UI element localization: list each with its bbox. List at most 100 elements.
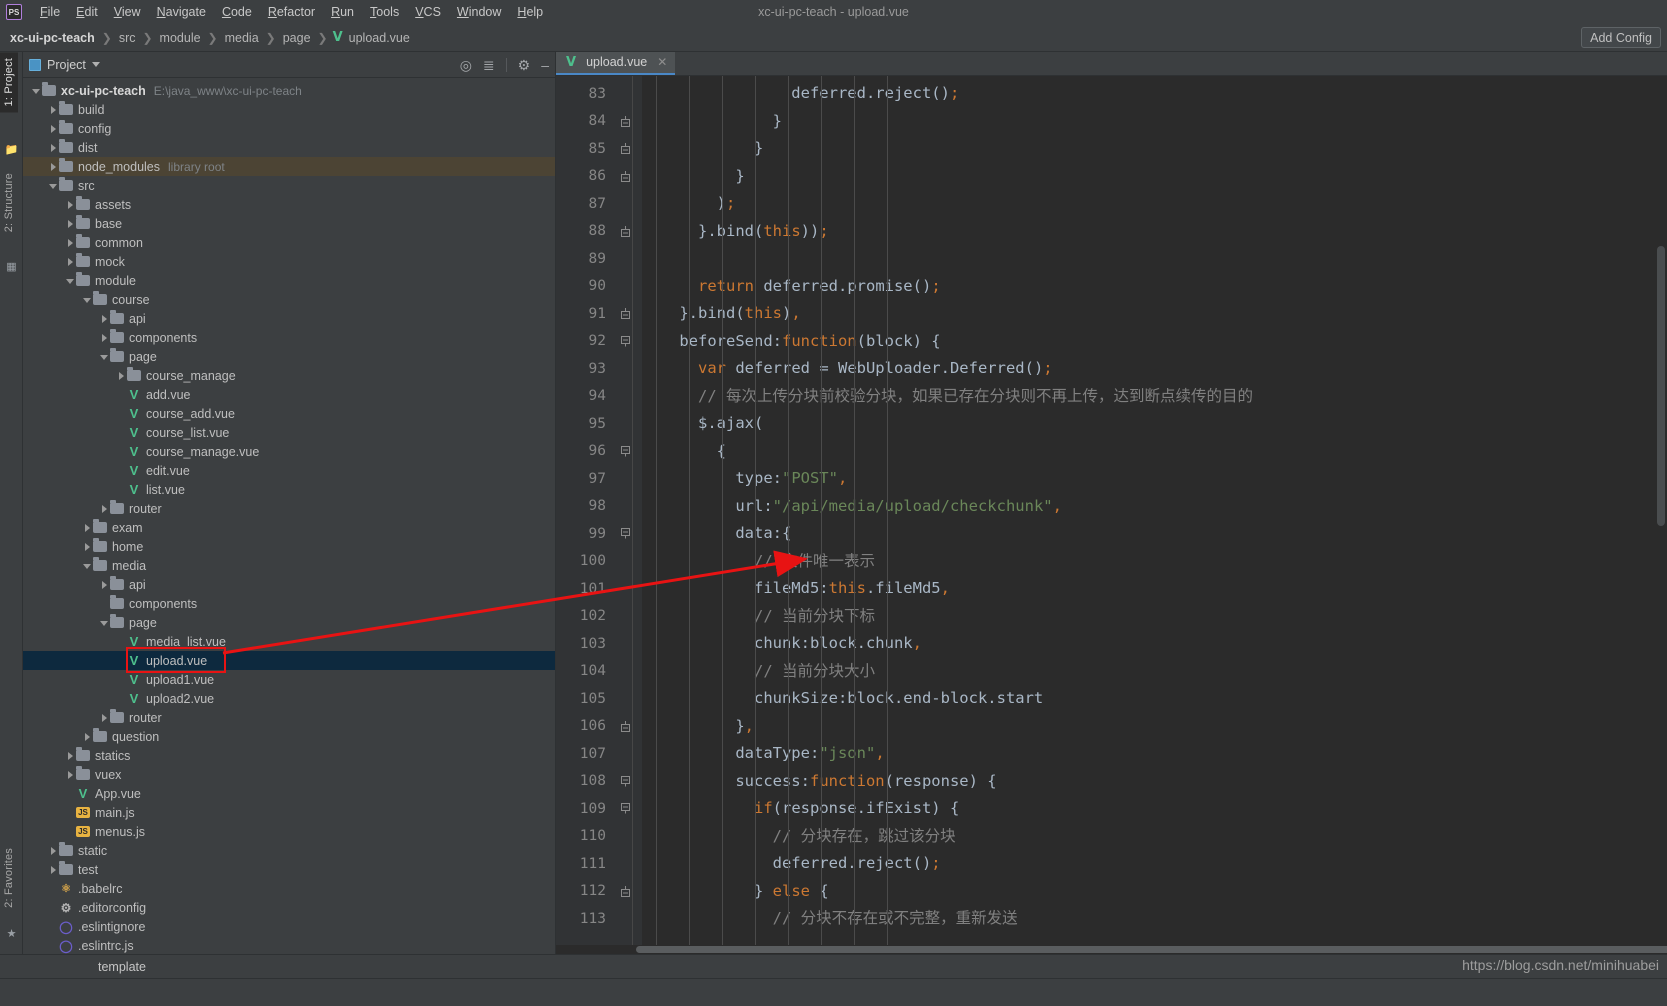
chevron-right-icon[interactable] <box>82 731 93 742</box>
chevron-right-icon[interactable] <box>48 104 59 115</box>
breadcrumb-file[interactable]: upload.vue <box>347 31 412 45</box>
menu-item-run[interactable]: Run <box>323 2 362 22</box>
fold-end-icon[interactable] <box>621 308 630 319</box>
menu-item-window[interactable]: Window <box>449 2 509 22</box>
chevron-right-icon[interactable] <box>65 750 76 761</box>
fold-expand-icon[interactable] <box>621 528 630 539</box>
tree-row[interactable]: ◯ .eslintrc.js <box>23 936 555 954</box>
tree-row[interactable]: media <box>23 556 555 575</box>
menu-item-code[interactable]: Code <box>214 2 260 22</box>
tree-row[interactable]: Vcourse_add.vue <box>23 404 555 423</box>
fold-end-icon[interactable] <box>621 143 630 154</box>
chevron-right-icon[interactable] <box>48 142 59 153</box>
tree-row[interactable]: ⚛ .babelrc <box>23 879 555 898</box>
fold-expand-icon[interactable] <box>621 445 630 457</box>
code-content[interactable]: deferred.reject(); } } } ); }.bind(this)… <box>642 76 1667 954</box>
tree-row[interactable]: module <box>23 271 555 290</box>
tree-row[interactable]: JS main.js <box>23 803 555 822</box>
fold-end-icon[interactable] <box>621 115 630 127</box>
menu-item-file[interactable]: File <box>32 2 68 22</box>
tree-row[interactable]: Vcourse_list.vue <box>23 423 555 442</box>
tree-row[interactable]: assets <box>23 195 555 214</box>
chevron-right-icon[interactable] <box>65 199 76 210</box>
tree-row[interactable]: node_modules library root <box>23 157 555 176</box>
tree-row[interactable]: static <box>23 841 555 860</box>
menu-item-view[interactable]: View <box>106 2 149 22</box>
tree-row[interactable]: Vadd.vue <box>23 385 555 404</box>
fold-end-icon[interactable] <box>621 885 630 897</box>
tree-row[interactable]: ⚙ .editorconfig <box>23 898 555 917</box>
tree-row[interactable]: course <box>23 290 555 309</box>
chevron-right-icon[interactable] <box>99 313 110 324</box>
sidebar-tab-favorites[interactable]: 2: Favorites <box>0 842 18 914</box>
tree-row[interactable]: router <box>23 499 555 518</box>
chevron-right-icon[interactable] <box>82 522 93 533</box>
collapse-all-icon[interactable]: ≣ <box>483 58 495 72</box>
tree-row[interactable]: components <box>23 328 555 347</box>
chevron-down-icon[interactable] <box>99 351 110 362</box>
line-number-gutter[interactable]: 83 84 85 86 87 88 89 90 91 92 93 94 95 96 97 98 99 100 101… <box>556 76 642 954</box>
tree-row[interactable]: mock <box>23 252 555 271</box>
chevron-down-icon[interactable] <box>31 85 42 96</box>
tree-row[interactable]: Vlist.vue <box>23 480 555 499</box>
tree-row[interactable]: statics <box>23 746 555 765</box>
tree-row[interactable]: build <box>23 100 555 119</box>
tree-row[interactable]: Vupload1.vue <box>23 670 555 689</box>
chevron-down-icon[interactable] <box>48 180 59 191</box>
menu-item-navigate[interactable]: Navigate <box>149 2 214 22</box>
tree-row[interactable]: components <box>23 594 555 613</box>
gear-icon[interactable]: ⚙ <box>518 58 531 72</box>
code-editor[interactable]: 83 84 85 86 87 88 89 90 91 92 93 94 95 96 97 98 99 100 101… <box>556 76 1667 954</box>
menu-item-help[interactable]: Help <box>509 2 551 22</box>
chevron-down-icon[interactable] <box>65 275 76 286</box>
tree-row[interactable]: page <box>23 613 555 632</box>
editor-tab-upload-vue[interactable]: V upload.vue ✕ <box>556 51 676 75</box>
tree-row[interactable]: src <box>23 176 555 195</box>
chevron-right-icon[interactable] <box>65 256 76 267</box>
sidebar-tab-structure[interactable]: 2: Structure <box>0 167 18 238</box>
chevron-right-icon[interactable] <box>65 218 76 229</box>
tree-row[interactable]: api <box>23 575 555 594</box>
breadcrumb-item-src[interactable]: src <box>117 31 138 45</box>
sidebar-tab-project[interactable]: 1: Project <box>0 52 18 113</box>
tree-row[interactable]: ◯ .eslintignore <box>23 917 555 936</box>
menu-item-tools[interactable]: Tools <box>362 2 407 22</box>
chevron-down-icon[interactable] <box>82 294 93 305</box>
tree-row[interactable]: api <box>23 309 555 328</box>
editor-horizontal-scrollbar[interactable] <box>556 945 1667 954</box>
scrollbar-thumb[interactable] <box>1657 246 1665 526</box>
tree-row[interactable]: page <box>23 347 555 366</box>
project-file-tree[interactable]: xc-ui-pc-teach E:\java_www\xc-ui-pc-teach… <box>23 78 555 954</box>
fold-expand-icon[interactable] <box>621 335 630 347</box>
chevron-down-icon[interactable] <box>91 62 100 67</box>
tree-row[interactable]: question <box>23 727 555 746</box>
add-config-button[interactable]: Add Config <box>1581 27 1661 48</box>
tree-row[interactable]: config <box>23 119 555 138</box>
fold-end-icon[interactable] <box>621 170 630 182</box>
menu-item-refactor[interactable]: Refactor <box>260 2 323 22</box>
chevron-right-icon[interactable] <box>48 845 59 856</box>
tree-row[interactable]: Vedit.vue <box>23 461 555 480</box>
chevron-right-icon[interactable] <box>48 864 59 875</box>
tree-row[interactable]: dist <box>23 138 555 157</box>
chevron-right-icon[interactable] <box>99 712 110 723</box>
tree-row[interactable]: Vcourse_manage.vue <box>23 442 555 461</box>
editor-vertical-scrollbar[interactable] <box>1655 76 1667 954</box>
tree-row[interactable]: exam <box>23 518 555 537</box>
tree-row[interactable]: home <box>23 537 555 556</box>
menu-item-edit[interactable]: Edit <box>68 2 106 22</box>
chevron-right-icon[interactable] <box>48 161 59 172</box>
breadcrumb-item-module[interactable]: module <box>158 31 203 45</box>
locate-target-icon[interactable]: ◎ <box>460 58 472 72</box>
tree-row[interactable]: V App.vue <box>23 784 555 803</box>
tree-row[interactable]: Vmedia_list.vue <box>23 632 555 651</box>
breadcrumb-item-media[interactable]: media <box>223 31 261 45</box>
tree-row[interactable]: course_manage <box>23 366 555 385</box>
tree-row[interactable]: vuex <box>23 765 555 784</box>
tree-row[interactable]: Vupload2.vue <box>23 689 555 708</box>
tree-row[interactable]: xc-ui-pc-teach E:\java_www\xc-ui-pc-teach <box>23 81 555 100</box>
fold-end-icon[interactable] <box>621 225 630 237</box>
chevron-right-icon[interactable] <box>65 237 76 248</box>
tree-row[interactable]: common <box>23 233 555 252</box>
chevron-right-icon[interactable] <box>99 579 110 590</box>
